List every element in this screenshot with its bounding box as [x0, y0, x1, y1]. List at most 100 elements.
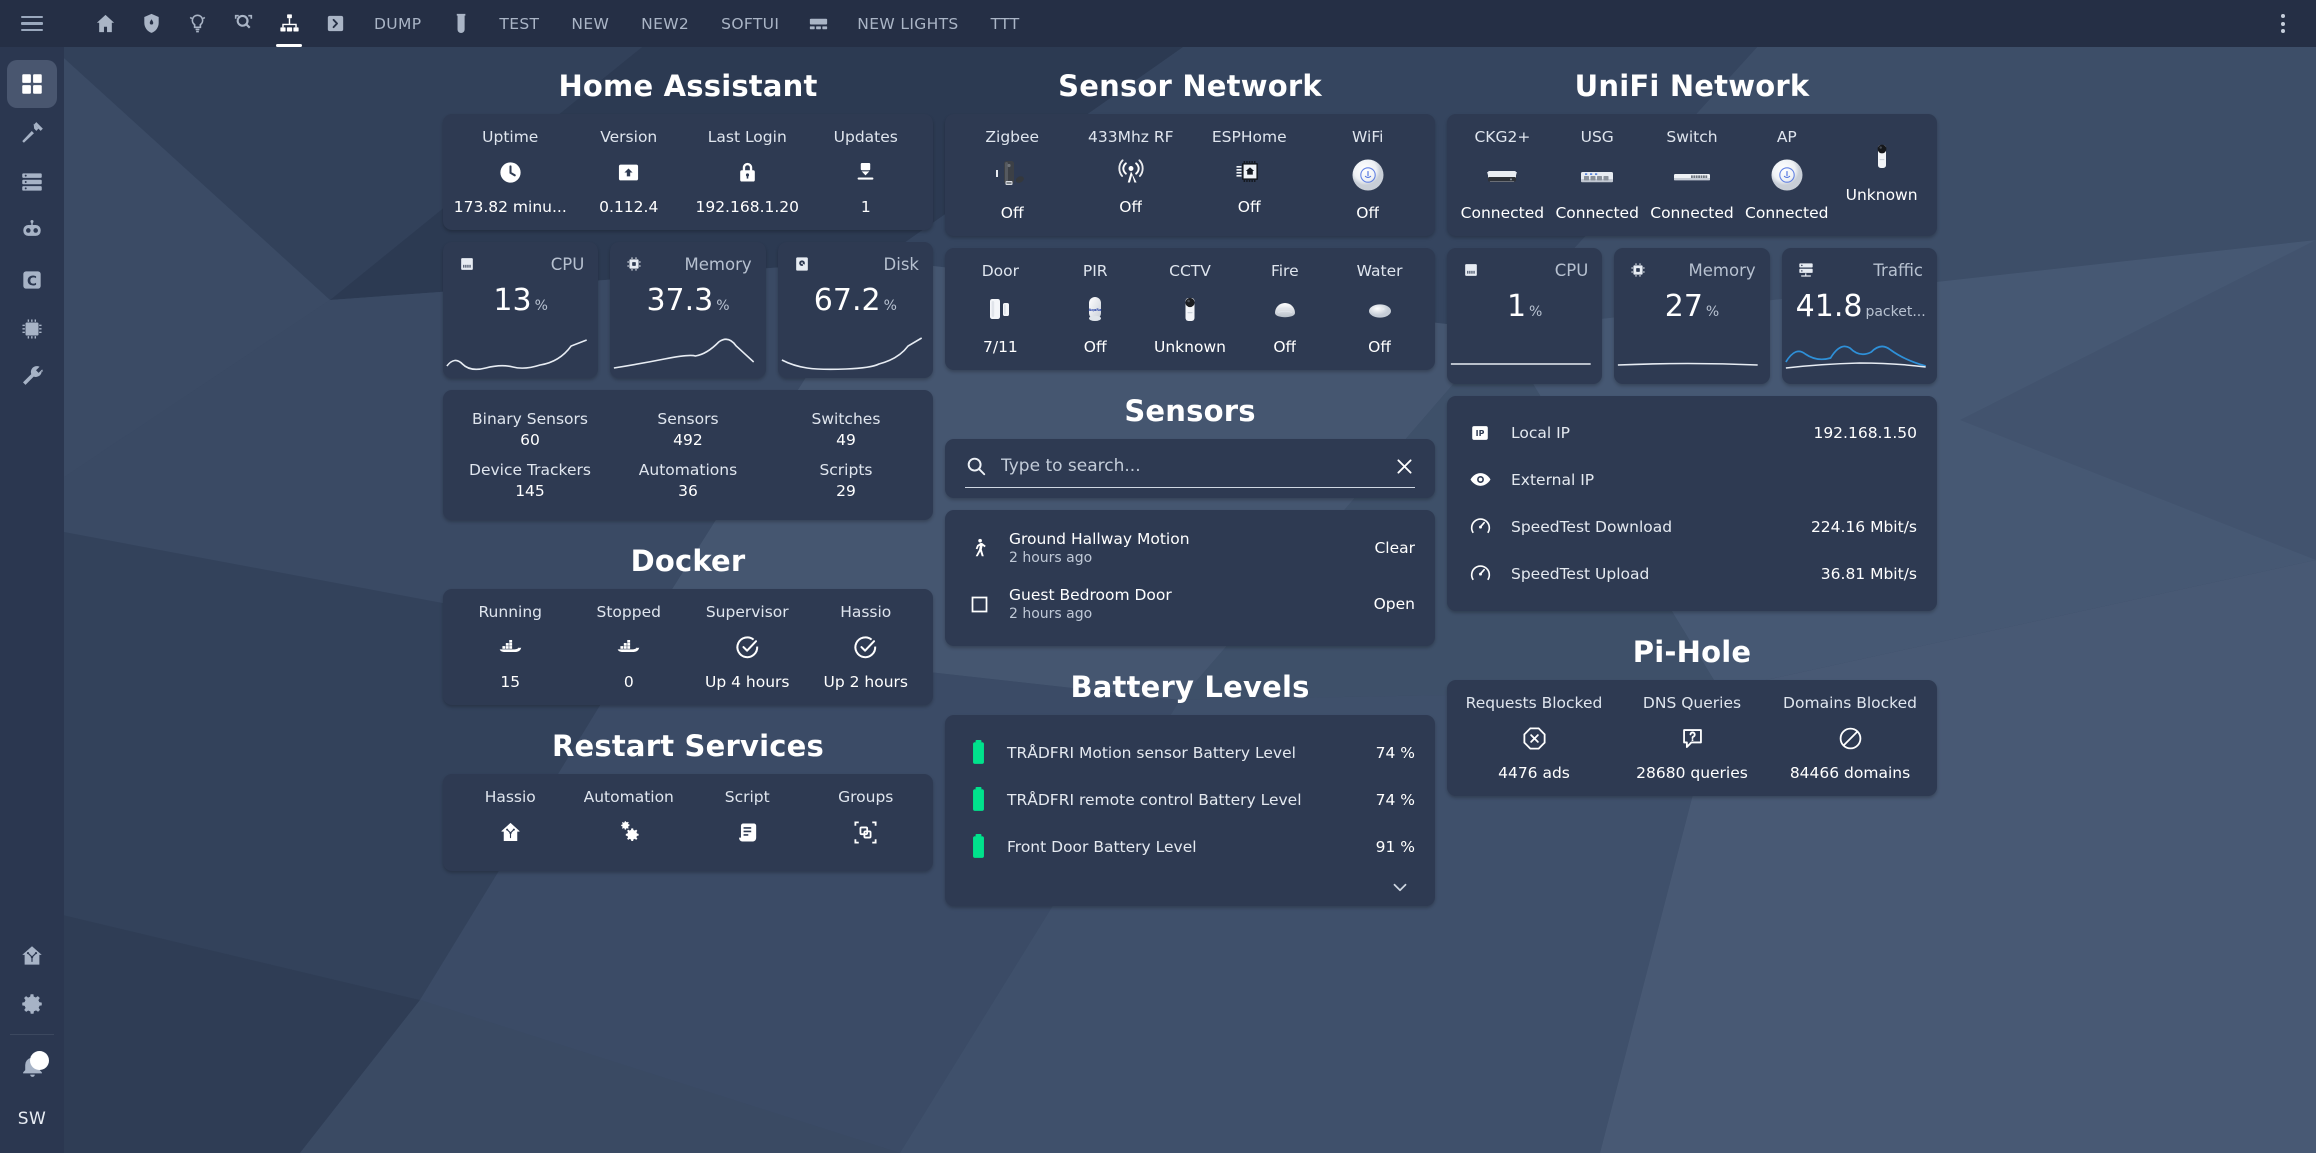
glance-cell-docker-stopped[interactable]: Stopped 0: [570, 603, 689, 691]
count-label: Sensors: [657, 410, 719, 428]
svg-text:AqaRa: AqaRa: [1089, 308, 1103, 312]
kebab-menu-icon[interactable]: [2260, 0, 2306, 47]
count-cell-automations[interactable]: Automations 36: [609, 455, 767, 506]
list-item[interactable]: Guest Bedroom Door 2 hours ago Open: [965, 576, 1415, 632]
glance-cell-433mhz-rf[interactable]: 433Mhz RF Off: [1072, 128, 1191, 222]
restart-cell-groups[interactable]: Groups: [807, 788, 926, 849]
entity-counts-card: Binary Sensors 60 Sensors 492 Switches 4…: [443, 390, 933, 520]
gauge-card-disk[interactable]: Disk 67.2%: [777, 242, 933, 378]
glance-cell-supervisor[interactable]: Supervisor Up 4 hours: [688, 603, 807, 691]
sidebar-item-developer-tools[interactable]: [7, 109, 57, 157]
gauge-card-memory[interactable]: Memory 37.3%: [610, 242, 766, 378]
search-input[interactable]: [1001, 456, 1380, 476]
glance-cell-cctv[interactable]: CCTV Unknown: [1143, 262, 1238, 356]
tab-dump[interactable]: DUMP: [358, 0, 437, 47]
count-cell-switches[interactable]: Switches 49: [767, 404, 925, 455]
count-cell-scripts[interactable]: Scripts 29: [767, 455, 925, 506]
sidebar-item-settings[interactable]: [7, 980, 57, 1028]
sidebar-item-home-assistant[interactable]: [7, 932, 57, 980]
tab-new[interactable]: NEW: [555, 0, 625, 47]
glance-cell-hassio[interactable]: Hassio Up 2 hours: [807, 603, 926, 691]
restart-label: Groups: [838, 788, 894, 806]
count-cell-sensors[interactable]: Sensors 492: [609, 404, 767, 455]
list-item[interactable]: TRÅDFRI remote control Battery Level 74 …: [965, 776, 1415, 823]
glance-cell-wifi[interactable]: WiFi Off: [1309, 128, 1428, 222]
glance-cell-zigbee[interactable]: Zigbee Off: [953, 128, 1072, 222]
tab-ttt[interactable]: TTT: [975, 0, 1036, 47]
glance-cell-last-login[interactable]: Last Login 192.168.1.20: [688, 128, 807, 216]
glance-cell-docker-running[interactable]: Running 15: [451, 603, 570, 691]
glance-cell-ap[interactable]: AP Connected: [1739, 128, 1834, 222]
water-sensor-image: [1358, 289, 1402, 329]
unifi-ap-image: [1765, 155, 1809, 195]
sidebar-item-server[interactable]: [7, 158, 57, 206]
tab-new2[interactable]: NEW2: [625, 0, 705, 47]
sidebar-item-compensation[interactable]: C: [7, 256, 57, 304]
gauge-card-cpu[interactable]: CPU 13%: [443, 242, 599, 378]
list-item[interactable]: IP Local IP 192.168.1.50: [1467, 410, 1917, 456]
entity-last-changed: 2 hours ago: [1009, 606, 1093, 622]
chevron-down-icon[interactable]: [965, 870, 1415, 900]
gauge-card-traffic[interactable]: Traffic 41.8 packet...: [1781, 248, 1937, 384]
tab-new-lights[interactable]: NEW LIGHTS: [841, 0, 974, 47]
avatar[interactable]: SW: [12, 1099, 52, 1139]
sidebar-item-tools[interactable]: [7, 354, 57, 402]
close-icon[interactable]: [1394, 456, 1415, 477]
tab-test[interactable]: TEST: [483, 0, 555, 47]
tab-view-dashboard[interactable]: [795, 0, 841, 47]
glance-cell-ckg2plus[interactable]: CKG2+ Connected: [1455, 128, 1550, 222]
glance-cell-water[interactable]: Water Off: [1332, 262, 1427, 356]
glance-cell-usg[interactable]: USG Connected: [1550, 128, 1645, 222]
gauge-card-unifi-memory[interactable]: Memory 27%: [1614, 248, 1770, 384]
hammer-icon: [19, 120, 45, 146]
glance-label: ESPHome: [1211, 128, 1287, 146]
list-item[interactable]: TRÅDFRI Motion sensor Battery Level 74 %: [965, 729, 1415, 776]
glance-cell-door[interactable]: Door 7/11: [953, 262, 1048, 356]
tab-home[interactable]: [82, 0, 128, 47]
count-cell-binary-sensors[interactable]: Binary Sensors 60: [451, 404, 609, 455]
sidebar-item-robot[interactable]: [7, 207, 57, 255]
c-badge-icon: C: [19, 267, 45, 293]
gauge-card-unifi-cpu[interactable]: CPU 1%: [1447, 248, 1603, 384]
glance-cell-requests-blocked[interactable]: Requests Blocked 4476 ads: [1455, 694, 1613, 782]
list-item[interactable]: External IP: [1467, 456, 1917, 503]
system-gauges-row: CPU 13% Memory 37.3% Disk 67.2 %: [443, 242, 933, 378]
glance-cell-uptime[interactable]: Uptime 173.82 minu...: [451, 128, 570, 216]
list-item[interactable]: Front Door Battery Level 91 %: [965, 823, 1415, 870]
glance-cell-camera[interactable]: Unknown: [1834, 128, 1929, 222]
glance-cell-switch[interactable]: Switch Connected: [1645, 128, 1740, 222]
list-item[interactable]: SpeedTest Upload 36.81 Mbit/s: [1467, 550, 1917, 597]
glance-label: Uptime: [482, 128, 539, 146]
glance-cell-dns-queries[interactable]: DNS Queries 28680 queries: [1613, 694, 1771, 782]
glance-cell-esphome[interactable]: ESPHome Off: [1190, 128, 1309, 222]
restart-cell-script[interactable]: Script: [688, 788, 807, 849]
speedometer-icon: [1467, 562, 1493, 585]
sidebar-menu-button[interactable]: [0, 0, 64, 47]
restart-cell-automation[interactable]: Automation: [570, 788, 689, 849]
list-item[interactable]: Ground Hallway Motion 2 hours ago Clear: [965, 520, 1415, 576]
glance-cell-pir[interactable]: PIR AqaRa Off: [1048, 262, 1143, 356]
count-cell-device-trackers[interactable]: Device Trackers 145: [451, 455, 609, 506]
glance-cell-version[interactable]: Version 0.112.4: [570, 128, 689, 216]
gauge-unit: packet...: [1865, 304, 1926, 320]
tab-terminal[interactable]: [312, 0, 358, 47]
tab-network[interactable]: [266, 0, 312, 47]
memory-icon: [1461, 260, 1481, 280]
tab-search-scan[interactable]: [220, 0, 266, 47]
sidebar-item-notifications[interactable]: [7, 1045, 57, 1091]
tab-lights[interactable]: [174, 0, 220, 47]
tab-test-tube[interactable]: [437, 0, 483, 47]
gauge-title: Traffic: [1873, 260, 1923, 280]
close-octagon-icon: [1521, 721, 1548, 755]
chip-icon: [19, 316, 45, 342]
sidebar-item-chip[interactable]: [7, 305, 57, 353]
tab-softui[interactable]: SOFTUI: [705, 0, 795, 47]
tab-shield[interactable]: [128, 0, 174, 47]
list-item[interactable]: SpeedTest Download 224.16 Mbit/s: [1467, 503, 1917, 550]
restart-cell-hassio[interactable]: Hassio: [451, 788, 570, 849]
sidebar-item-dashboard[interactable]: [7, 60, 57, 108]
glance-cell-updates[interactable]: Updates 1: [807, 128, 926, 216]
home-assistant-glance-card: Uptime 173.82 minu... Version 0.112.4 La…: [443, 114, 933, 230]
glance-cell-domains-blocked[interactable]: Domains Blocked 84466 domains: [1771, 694, 1929, 782]
glance-cell-fire[interactable]: Fire Off: [1237, 262, 1332, 356]
